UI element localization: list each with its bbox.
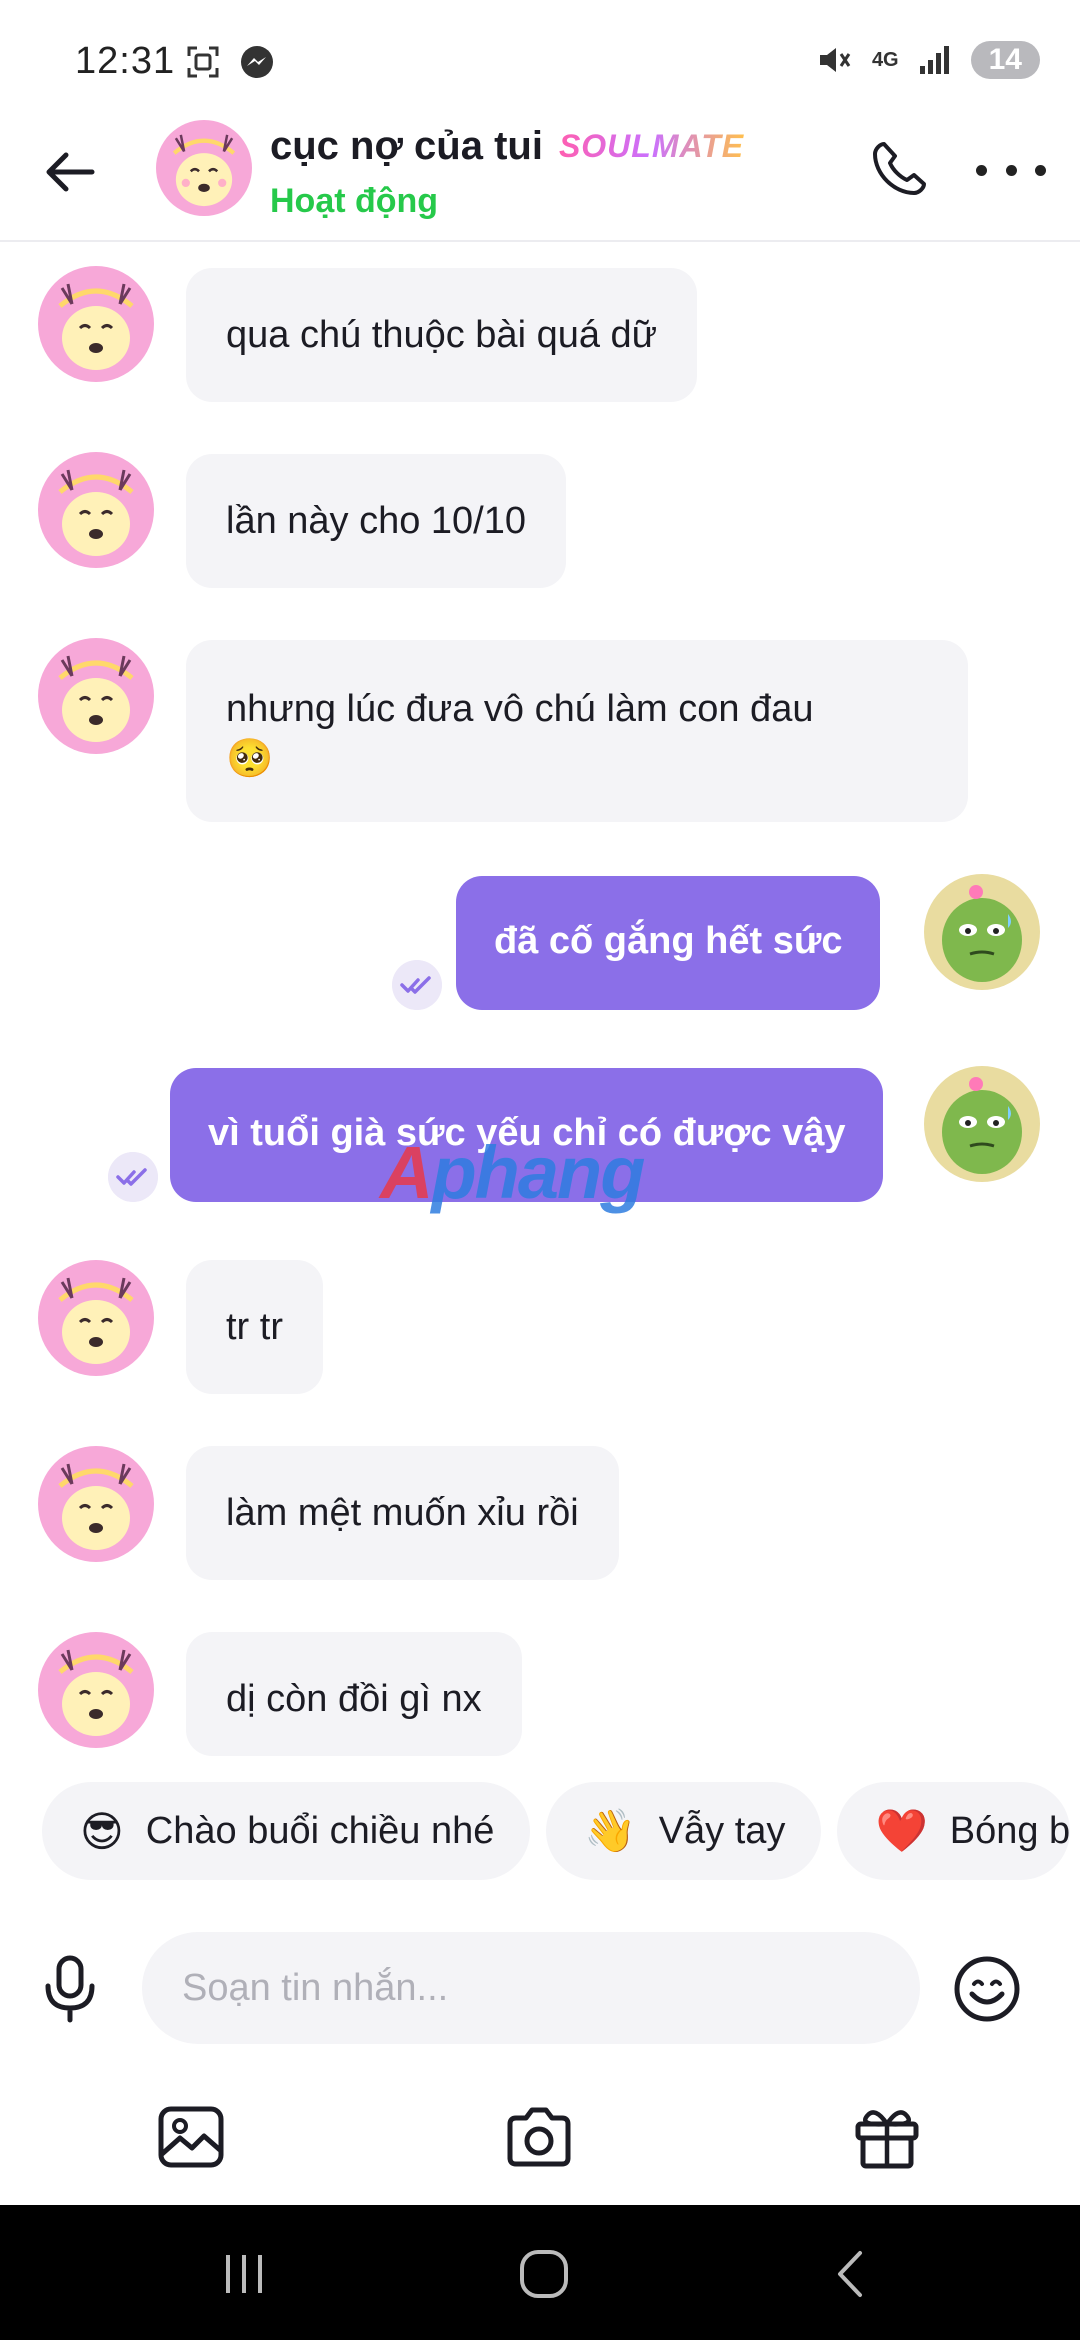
sender-avatar[interactable] xyxy=(38,1260,154,1376)
sender-avatar[interactable] xyxy=(38,638,154,754)
message-text: lần này cho 10/10 xyxy=(226,500,527,542)
message-text: tr tr xyxy=(226,1306,283,1348)
seen-check-icon xyxy=(108,1152,158,1202)
sender-avatar[interactable] xyxy=(38,452,154,568)
signal-icon xyxy=(919,46,949,74)
message-bubble-outgoing[interactable]: đã cố gắng hết sức xyxy=(456,876,881,1010)
microphone-icon[interactable] xyxy=(40,1954,100,2024)
screenshot-icon xyxy=(187,46,219,78)
message-input[interactable] xyxy=(142,1932,920,2044)
message-text: qua chú thuộc bài quá dữ xyxy=(226,314,658,356)
pleading-face-emoji: 🥺 xyxy=(226,738,274,780)
sender-avatar[interactable] xyxy=(38,1446,154,1562)
quick-reply-label: Chào buổi chiều nhé xyxy=(145,1809,495,1852)
emoji-picker-icon[interactable] xyxy=(952,1954,1022,2024)
message-text: dị còn đồi gì nx xyxy=(226,1678,482,1720)
chat-header: cục nợ của tui SOULMATE Hoạt động xyxy=(0,120,1080,242)
camera-icon[interactable] xyxy=(504,2104,574,2170)
quick-reply-chip[interactable]: 👋 Vẫy tay xyxy=(546,1782,822,1880)
heart-emoji-icon: ❤️ xyxy=(875,1806,928,1854)
recent-apps-icon[interactable] xyxy=(214,2249,274,2299)
contact-avatar[interactable] xyxy=(156,120,252,216)
message-text: đã cố gắng hết sức xyxy=(494,920,843,962)
message-bubble-incoming[interactable]: lần này cho 10/10 xyxy=(186,454,567,588)
message-bubble-outgoing[interactable]: vì tuổi già sức yếu chỉ có được vậy xyxy=(170,1068,884,1202)
message-bubble-incoming[interactable]: nhưng lúc đưa vô chú làm con đau 🥺 xyxy=(186,640,968,822)
status-time: 12:31 xyxy=(75,40,176,82)
message-bubble-incoming[interactable]: tr tr xyxy=(186,1260,323,1394)
sender-avatar[interactable] xyxy=(38,266,154,382)
image-gallery-icon[interactable] xyxy=(156,2104,226,2170)
sender-avatar[interactable] xyxy=(38,1632,154,1748)
status-bar: 12:31 4G 14 xyxy=(0,0,1080,120)
more-options-icon[interactable] xyxy=(976,150,1046,190)
nav-back-icon[interactable] xyxy=(822,2249,882,2299)
message-bubble-incoming[interactable]: qua chú thuộc bài quá dữ xyxy=(186,268,698,402)
quick-reply-bar: 😎 Chào buổi chiều nhé 👋 Vẫy tay ❤️ Bóng … xyxy=(42,1782,1071,1880)
quick-reply-label: Bóng b xyxy=(949,1809,1071,1852)
message-text: nhưng lúc đưa vô chú làm con đau xyxy=(226,688,814,730)
home-icon[interactable] xyxy=(514,2249,574,2299)
message-bubble-incoming[interactable]: dị còn đồi gì nx xyxy=(186,1632,522,1756)
mute-icon xyxy=(819,48,851,72)
message-text: vì tuổi già sức yếu chỉ có được vậy xyxy=(208,1112,846,1154)
network-type: 4G xyxy=(871,48,899,71)
my-avatar[interactable] xyxy=(924,1066,1040,1182)
back-arrow-icon[interactable] xyxy=(40,142,100,202)
quick-reply-chip[interactable]: 😎 Chào buổi chiều nhé xyxy=(42,1782,531,1880)
phone-call-icon[interactable] xyxy=(866,138,930,202)
gift-icon[interactable] xyxy=(852,2104,922,2170)
messenger-icon xyxy=(241,46,273,78)
message-text: làm mệt muốn xỉu rồi xyxy=(226,1492,579,1534)
message-bubble-incoming[interactable]: làm mệt muốn xỉu rồi xyxy=(186,1446,619,1580)
online-status: Hoạt động xyxy=(270,182,439,220)
quick-reply-label: Vẫy tay xyxy=(658,1809,786,1852)
seen-check-icon xyxy=(392,960,442,1010)
soulmate-tag: SOULMATE xyxy=(558,128,745,164)
quick-reply-chip[interactable]: ❤️ Bóng b xyxy=(837,1782,1071,1880)
contact-name[interactable]: cục nợ của tui xyxy=(270,124,543,169)
battery-badge: 14 xyxy=(970,41,1040,79)
system-nav-bar xyxy=(0,2205,1080,2340)
sunglasses-emoji-icon: 😎 xyxy=(80,1807,124,1855)
my-avatar[interactable] xyxy=(924,874,1040,990)
waving-hand-emoji-icon: 👋 xyxy=(584,1806,637,1854)
